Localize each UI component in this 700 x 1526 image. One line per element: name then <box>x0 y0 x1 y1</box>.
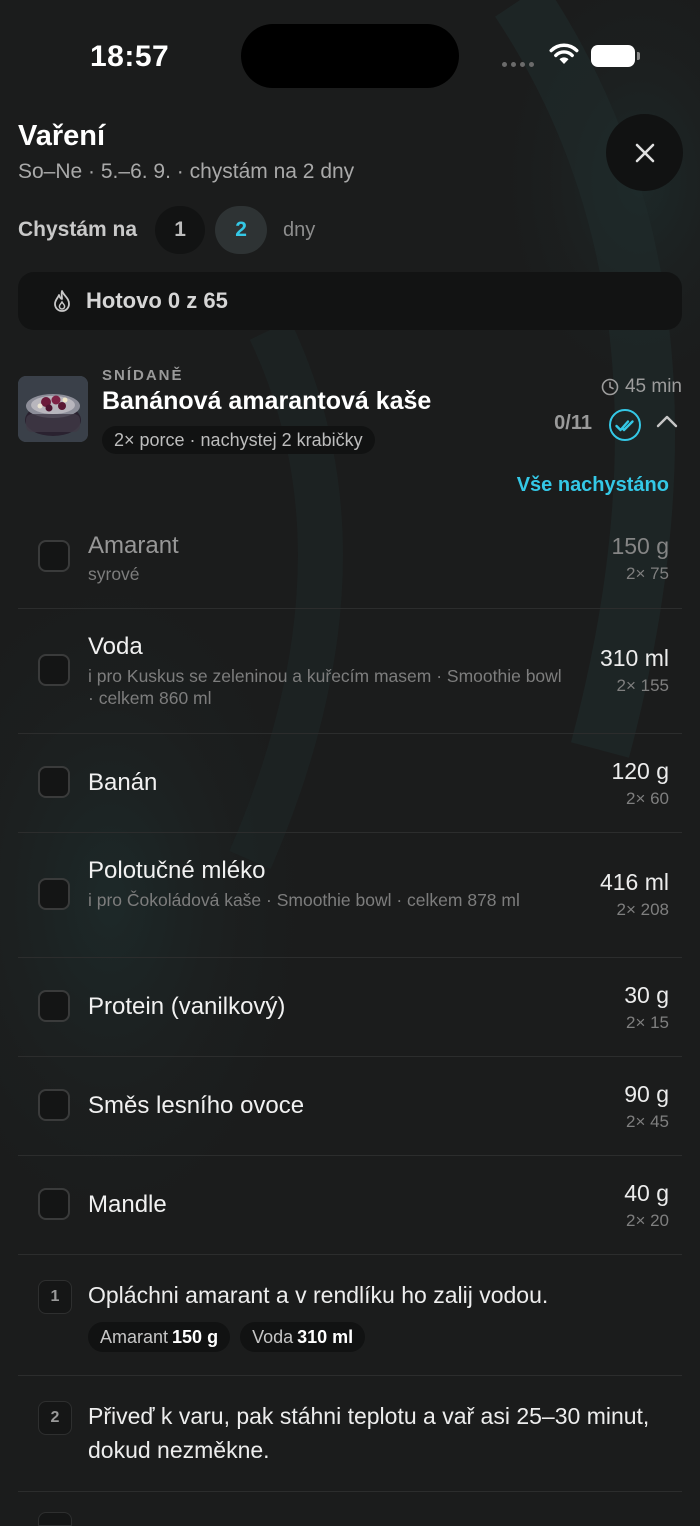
ingredient-checkbox[interactable] <box>38 766 70 798</box>
ingredient-name: Voda <box>88 633 143 660</box>
ingredient-per-portion: 2× 15 <box>625 1013 669 1032</box>
wifi-icon <box>549 43 579 64</box>
ingredient-name: Směs lesního ovoce <box>88 1092 305 1119</box>
ingredient-per-portion: 2× 155 <box>616 676 669 695</box>
ingredient-amount: 310 ml <box>599 645 669 671</box>
step-ingredient-chips: Amarant 150 g Voda 310 ml <box>88 1322 366 1352</box>
duration-text: 45 min <box>624 376 682 397</box>
mark-all-done-link[interactable]: Vše nachystáno <box>517 474 669 497</box>
ingredient-per-portion: 2× 20 <box>625 1211 669 1230</box>
progress-banner: Hotovo 0 z 65 <box>18 272 682 330</box>
ingredient-checkbox[interactable] <box>38 878 70 910</box>
ingredient-note: syrové <box>88 564 140 584</box>
ingredient-name: Banán <box>88 769 158 796</box>
check-all-icon[interactable] <box>608 408 642 442</box>
chip-amount: 150 g <box>172 1327 219 1347</box>
step-ingredient-chip: Voda 310 ml <box>240 1322 366 1352</box>
ingredient-amount: 150 g <box>611 533 669 559</box>
dynamic-island <box>241 24 459 88</box>
ingredient-per-portion: 2× 208 <box>616 900 669 919</box>
days-selector: Chystám na 1 2 dny <box>18 205 315 255</box>
chip-name: Amarant <box>100 1327 169 1347</box>
close-button[interactable] <box>606 114 683 191</box>
ingredient-note: i pro Kuskus se zeleninou a kuřecím mase… <box>88 666 562 708</box>
recipe-title: Banánová amarantová kaše <box>102 387 432 415</box>
ingredient-checkbox[interactable] <box>38 990 70 1022</box>
status-bar: 18:57 <box>0 0 700 110</box>
recipe-thumbnail <box>18 376 88 442</box>
step-row: 1 Opláchni amarant a v rendlíku ho zalij… <box>18 1254 682 1376</box>
ingredient-name: Protein (vanilkový) <box>88 993 286 1020</box>
status-time: 18:57 <box>90 40 170 73</box>
page-subtitle: So–Ne · 5.–6. 9. · chystám na 2 dny <box>18 160 355 183</box>
ingredient-checkbox[interactable] <box>38 1188 70 1220</box>
chevron-up-icon[interactable] <box>656 414 678 428</box>
day-option-2[interactable]: 2 <box>215 206 268 254</box>
ingredient-row[interactable]: Mandle 40 g 2× 20 <box>18 1155 682 1255</box>
ingredient-checkbox[interactable] <box>38 1089 70 1121</box>
battery-icon <box>591 45 635 67</box>
days-suffix: dny <box>283 218 316 241</box>
ingredient-row[interactable]: Protein (vanilkový) 30 g 2× 15 <box>18 957 682 1057</box>
progress-count: 0/11 <box>554 412 592 434</box>
step-number <box>38 1512 72 1526</box>
close-icon <box>635 143 654 162</box>
ingredient-amount: 416 ml <box>599 869 669 895</box>
ingredient-name: Polotučné mléko <box>88 857 266 884</box>
portion-badge: 2× porce · nachystej 2 krabičky <box>102 426 375 454</box>
ingredient-row[interactable]: Voda i pro Kuskus se zeleninou a kuřecím… <box>18 608 682 734</box>
ingredient-amount: 120 g <box>611 758 669 784</box>
ingredient-per-portion: 2× 45 <box>625 1112 669 1131</box>
step-text: Přiveď k varu, pak stáhni teplotu a vař … <box>88 1403 650 1463</box>
ingredient-amount: 90 g <box>624 1081 669 1107</box>
chip-name: Voda <box>252 1327 294 1347</box>
duration: 45 min <box>601 376 682 398</box>
ingredient-row[interactable]: Směs lesního ovoce 90 g 2× 45 <box>18 1056 682 1156</box>
step-text: Opláchni amarant a v rendlíku ho zalij v… <box>88 1282 549 1308</box>
ingredient-row[interactable]: Polotučné mléko i pro Čokoládová kaše · … <box>18 832 682 958</box>
step-number: 1 <box>38 1280 72 1314</box>
ingredient-checkbox[interactable] <box>38 654 70 686</box>
ingredient-name: Amarant <box>88 532 179 559</box>
battery-tip <box>637 52 640 60</box>
meal-label: SNÍDANĚ <box>102 367 184 384</box>
chip-amount: 310 ml <box>297 1327 354 1347</box>
ingredient-per-portion: 2× 75 <box>625 564 669 583</box>
ingredient-note: i pro Čokoládová kaše · Smoothie bowl · … <box>88 890 520 910</box>
days-label: Chystám na <box>18 218 138 241</box>
ingredient-name: Mandle <box>88 1191 167 1218</box>
day-option-1[interactable]: 1 <box>155 206 206 254</box>
ingredient-checkbox[interactable] <box>38 540 70 572</box>
step-row: 2 Přiveď k varu, pak stáhni teplotu a va… <box>18 1375 682 1492</box>
progress-text: Hotovo 0 z 65 <box>86 288 228 313</box>
flame-icon <box>52 289 72 313</box>
recipe-header[interactable]: SNÍDANĚ Banánová amarantová kaše 2× porc… <box>18 360 682 460</box>
ingredient-amount: 40 g <box>624 1180 669 1206</box>
step-ingredient-chip: Amarant 150 g <box>88 1322 231 1352</box>
cellular-signal-icon <box>502 62 534 67</box>
ingredient-row[interactable]: Amarant syrové 150 g 2× 75 <box>18 508 682 609</box>
step-number: 2 <box>38 1401 72 1435</box>
page-title: Vaření <box>18 120 106 152</box>
ingredient-amount: 30 g <box>624 982 669 1008</box>
ingredient-row[interactable]: Banán 120 g 2× 60 <box>18 733 682 833</box>
clock-icon <box>601 378 619 396</box>
ingredient-per-portion: 2× 60 <box>625 789 669 808</box>
